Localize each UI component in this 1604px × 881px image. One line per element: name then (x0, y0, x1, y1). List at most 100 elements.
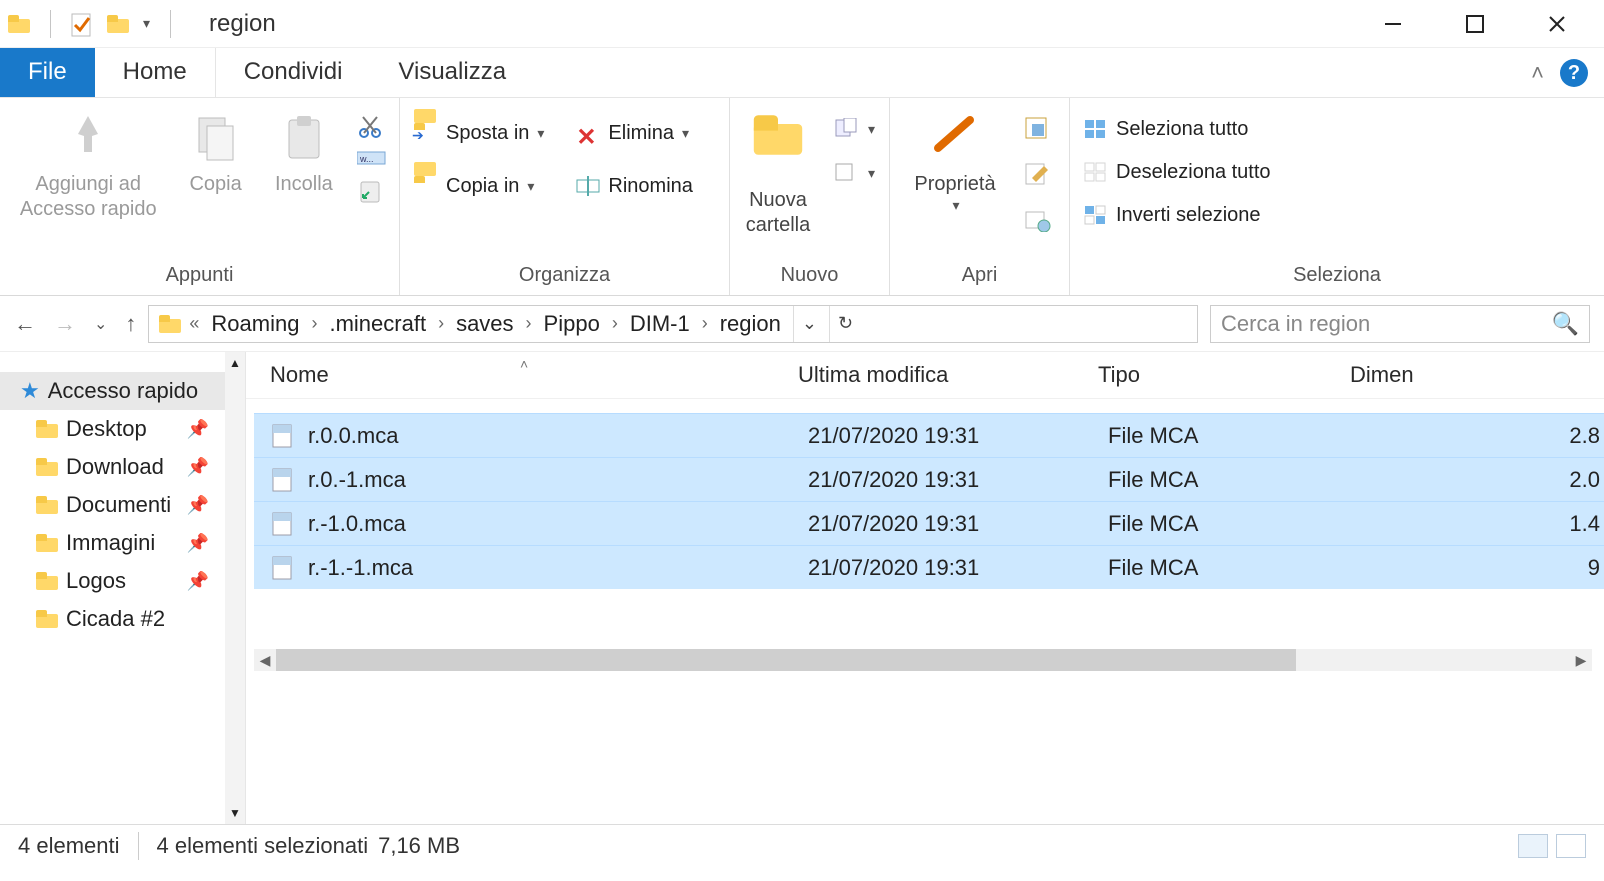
scroll-right-icon[interactable]: ▶ (1570, 652, 1592, 669)
properties-button[interactable]: Proprietà ▾ (900, 110, 1010, 215)
file-row[interactable]: r.0.0.mca21/07/2020 19:31File MCA2.8 (254, 413, 1604, 457)
edit-button[interactable] (1024, 162, 1052, 186)
delete-button[interactable]: ✕ Elimina▾ (572, 120, 696, 147)
breadcrumb-item[interactable]: saves (448, 311, 521, 337)
search-icon: 🔍 (1552, 311, 1579, 337)
file-row[interactable]: r.-1.-1.mca21/07/2020 19:31File MCA9 (254, 545, 1604, 589)
file-type: File MCA (1108, 423, 1360, 449)
file-type: File MCA (1108, 555, 1360, 581)
folder-icon (36, 534, 58, 552)
file-date: 21/07/2020 19:31 (808, 555, 1108, 581)
breadcrumb-item[interactable]: Pippo (536, 311, 608, 337)
sidebar-item-logos[interactable]: Logos📌 (0, 562, 245, 600)
column-date[interactable]: Ultima modifica (798, 362, 1098, 388)
collapse-ribbon-icon[interactable]: ˄ (1531, 60, 1544, 86)
view-details-button[interactable] (1518, 834, 1548, 858)
breadcrumb-item[interactable]: region (712, 311, 789, 337)
quick-access-check-icon[interactable] (71, 11, 93, 37)
chevron-icon[interactable]: « (189, 313, 199, 334)
file-icon (270, 467, 296, 493)
search-input[interactable]: Cerca in region 🔍 (1210, 305, 1590, 343)
address-dropdown[interactable]: ⌄ (793, 306, 825, 342)
rename-button[interactable]: Rinomina (572, 173, 696, 200)
folder-icon[interactable] (107, 15, 129, 33)
help-button[interactable]: ? (1560, 59, 1588, 87)
file-size: 9 (1360, 555, 1604, 581)
sort-indicator-icon: ˄ (520, 356, 528, 372)
file-icon (270, 555, 296, 581)
status-selection-size: 7,16 MB (378, 833, 460, 859)
chevron-icon[interactable]: › (526, 313, 532, 334)
folder-icon (36, 610, 58, 628)
nav-history-dropdown[interactable]: ⌄ (94, 314, 107, 334)
titlebar: ▾ region (0, 0, 1604, 48)
sidebar-item-documents[interactable]: Documenti📌 (0, 486, 245, 524)
sidebar-item-images[interactable]: Immagini📌 (0, 524, 245, 562)
nav-back-button[interactable]: ← (14, 311, 36, 337)
scroll-thumb[interactable] (276, 649, 1296, 671)
breadcrumb-item[interactable]: Roaming (203, 311, 307, 337)
chevron-icon[interactable]: › (438, 313, 444, 334)
file-row[interactable]: r.0.-1.mca21/07/2020 19:31File MCA2.0 (254, 457, 1604, 501)
file-icon (270, 511, 296, 537)
group-new-label: Nuovo (740, 258, 879, 295)
file-row[interactable]: r.-1.0.mca21/07/2020 19:31File MCA1.4 (254, 501, 1604, 545)
chevron-icon[interactable]: › (612, 313, 618, 334)
tab-file[interactable]: File (0, 48, 95, 97)
folder-icon (36, 420, 58, 438)
minimize-button[interactable] (1370, 8, 1416, 40)
breadcrumb-item[interactable]: DIM-1 (622, 311, 698, 337)
nav-up-button[interactable]: ↑ (125, 311, 136, 337)
maximize-button[interactable] (1452, 8, 1498, 40)
file-icon (270, 423, 296, 449)
chevron-icon[interactable]: › (702, 313, 708, 334)
paste-shortcut-icon[interactable] (357, 178, 389, 204)
star-icon: ★ (20, 378, 40, 404)
new-item-button[interactable]: ▾ (830, 116, 879, 142)
select-all-button[interactable]: Seleziona tutto (1080, 116, 1275, 143)
paste-button[interactable]: Incolla (265, 110, 343, 197)
group-select-label: Seleziona (1080, 258, 1594, 295)
new-folder-button[interactable]: Nuova cartella (740, 110, 816, 238)
ribbon-tabs: File Home Condividi Visualizza ˄ ? (0, 48, 1604, 98)
status-count: 4 elementi (18, 833, 120, 859)
close-button[interactable] (1534, 8, 1580, 40)
select-none-button[interactable]: Deseleziona tutto (1080, 159, 1275, 186)
column-size[interactable]: Dimen (1350, 362, 1604, 388)
sidebar-scrollbar[interactable]: ▲▼ (225, 352, 245, 824)
move-to-button[interactable]: ➔ Sposta in▾ (410, 120, 548, 147)
open-button[interactable] (1024, 116, 1052, 140)
breadcrumb-item[interactable]: .minecraft (321, 311, 434, 337)
refresh-button[interactable]: ↻ (829, 306, 861, 342)
folder-icon (36, 496, 58, 514)
file-type: File MCA (1108, 467, 1360, 493)
chevron-icon[interactable]: › (311, 313, 317, 334)
group-organize-label: Organizza (410, 258, 719, 295)
invert-selection-button[interactable]: Inverti selezione (1080, 202, 1275, 229)
copy-to-button[interactable]: Copia in▾ (410, 173, 548, 200)
nav-forward-button[interactable]: → (54, 311, 76, 337)
scroll-left-icon[interactable]: ◀ (254, 652, 276, 669)
pin-to-quick-access-button[interactable]: Aggiungi ad Accesso rapido (10, 110, 166, 222)
ribbon: Aggiungi ad Accesso rapido Copia Incolla… (0, 98, 1604, 296)
sidebar-item-cicada[interactable]: Cicada #2 (0, 600, 245, 638)
sidebar-item-desktop[interactable]: Desktop📌 (0, 410, 245, 448)
cut-icon[interactable] (357, 114, 389, 140)
file-type: File MCA (1108, 511, 1360, 537)
copy-button[interactable]: Copia (180, 110, 250, 197)
copy-path-icon[interactable]: w... (357, 150, 389, 168)
tab-share[interactable]: Condividi (216, 48, 371, 97)
easy-access-button[interactable]: ▾ (830, 160, 879, 186)
tab-view[interactable]: Visualizza (370, 48, 534, 97)
qa-dropdown-icon[interactable]: ▾ (143, 15, 150, 32)
tab-home[interactable]: Home (95, 48, 216, 97)
horizontal-scrollbar[interactable]: ◀ ▶ (254, 649, 1592, 671)
view-thumbnails-button[interactable] (1556, 834, 1586, 858)
folder-icon (8, 15, 30, 33)
column-name[interactable]: Nome˄ (270, 362, 798, 388)
address-bar[interactable]: « Roaming› .minecraft› saves› Pippo› DIM… (148, 305, 1198, 343)
column-type[interactable]: Tipo (1098, 362, 1350, 388)
history-button[interactable] (1024, 208, 1052, 232)
sidebar-quick-access[interactable]: ★ Accesso rapido (0, 372, 245, 410)
sidebar-item-downloads[interactable]: Download📌 (0, 448, 245, 486)
